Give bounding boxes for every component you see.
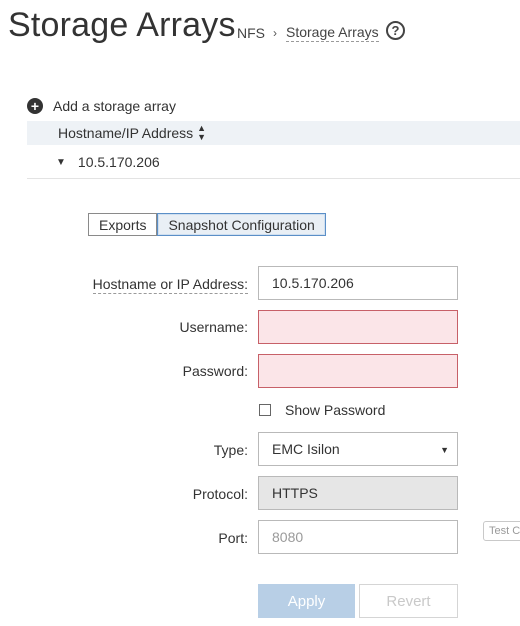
tab-exports[interactable]: Exports xyxy=(88,213,158,236)
type-select[interactable]: EMC Isilon ▼ xyxy=(258,432,458,466)
add-storage-array-label: Add a storage array xyxy=(53,98,176,114)
username-input[interactable] xyxy=(258,310,458,344)
sort-icon: ▲ ▼ xyxy=(197,123,207,142)
column-header-hostname[interactable]: Hostname/IP Address ▲ ▼ xyxy=(27,121,520,145)
type-selected-value: EMC Isilon xyxy=(272,441,340,457)
username-label: Username: xyxy=(179,319,248,335)
tab-snapshot-configuration[interactable]: Snapshot Configuration xyxy=(157,213,326,236)
revert-button[interactable]: Revert xyxy=(359,584,458,618)
apply-button[interactable]: Apply xyxy=(258,584,355,618)
test-connection-button[interactable]: Test C xyxy=(483,521,520,541)
table-row[interactable]: ▼ 10.5.170.206 xyxy=(27,146,520,179)
port-input[interactable]: 8080 xyxy=(258,520,458,554)
add-storage-array-button[interactable]: + Add a storage array xyxy=(27,98,176,114)
expand-triangle-icon[interactable]: ▼ xyxy=(56,157,66,168)
row-hostname: 10.5.170.206 xyxy=(77,154,160,170)
type-label: Type: xyxy=(213,442,248,458)
port-label: Port: xyxy=(218,530,248,546)
help-icon[interactable]: ? xyxy=(386,21,405,40)
show-password-label: Show Password xyxy=(285,402,386,418)
breadcrumb: NFS › Storage Arrays xyxy=(237,24,379,42)
column-header-label: Hostname/IP Address xyxy=(58,125,194,141)
config-tabs: Exports Snapshot Configuration xyxy=(88,213,326,236)
dropdown-arrow-icon: ▼ xyxy=(440,445,449,455)
hostname-label: Hostname or IP Address: xyxy=(92,276,248,294)
protocol-label: Protocol: xyxy=(192,486,248,502)
password-input[interactable] xyxy=(258,354,458,388)
hostname-input[interactable]: 10.5.170.206 xyxy=(258,266,458,300)
password-label: Password: xyxy=(182,363,248,379)
show-password-checkbox[interactable] xyxy=(259,404,271,416)
show-password-toggle[interactable]: Show Password xyxy=(259,402,385,418)
breadcrumb-separator-icon: › xyxy=(273,26,277,40)
breadcrumb-root[interactable]: NFS xyxy=(237,25,265,41)
protocol-field: HTTPS xyxy=(258,476,458,510)
breadcrumb-current: Storage Arrays xyxy=(286,24,379,42)
plus-circle-icon: + xyxy=(27,98,43,114)
page-title: Storage Arrays xyxy=(8,6,236,44)
